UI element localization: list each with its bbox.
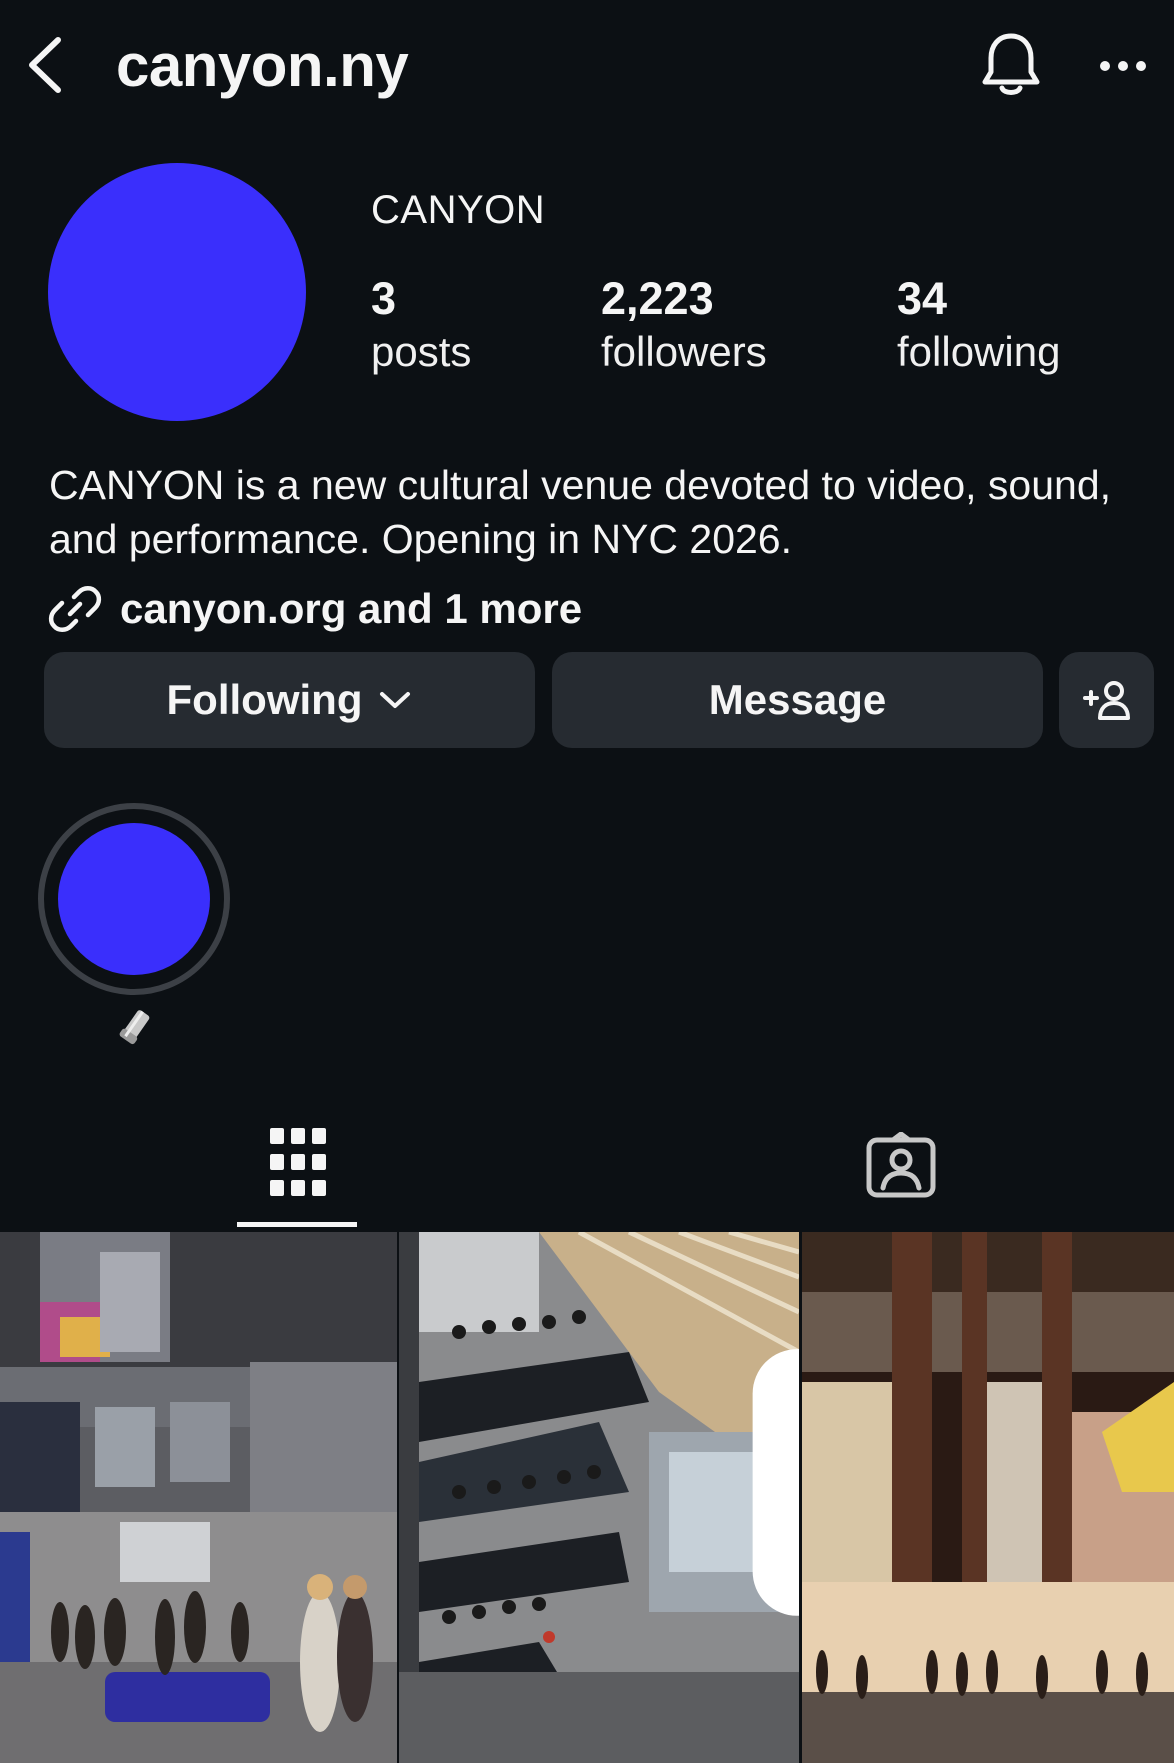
stat-following[interactable]: 34 following — [897, 272, 1060, 378]
stat-posts: 3 posts — [371, 272, 471, 378]
profile-link-text[interactable]: canyon.org and 1 more — [120, 582, 582, 636]
stat-following-value: 34 — [897, 273, 948, 324]
profile-link[interactable]: canyon.org and 1 more — [48, 580, 582, 638]
following-button[interactable]: Following — [44, 652, 535, 748]
tagged-icon[interactable] — [866, 1132, 936, 1198]
following-button-label: Following — [166, 676, 363, 723]
bell-icon[interactable] — [978, 30, 1044, 100]
stat-posts-label: posts — [371, 328, 472, 375]
grid-icon[interactable] — [270, 1128, 326, 1196]
post-grid — [0, 1232, 1174, 1763]
profile-display-name: CANYON — [371, 188, 546, 232]
active-tab-indicator — [237, 1222, 357, 1227]
stat-followers[interactable]: 2,223 followers — [601, 272, 767, 378]
suggest-people-button[interactable] — [1059, 652, 1154, 748]
chevron-left-icon[interactable] — [22, 34, 74, 96]
horn-emoji-icon — [119, 1010, 150, 1045]
stat-posts-value: 3 — [371, 273, 397, 324]
ellipsis-icon[interactable] — [1098, 56, 1148, 76]
post-interior-lobby[interactable] — [0, 1232, 397, 1763]
story-highlight-cover[interactable] — [58, 823, 210, 975]
chevron-down-icon — [380, 692, 411, 708]
stat-following-label: following — [897, 328, 1061, 375]
link-icon — [48, 586, 102, 632]
post-building-exterior[interactable] — [802, 1232, 1174, 1763]
profile-avatar[interactable] — [48, 163, 306, 421]
post-staircase-crowd[interactable] — [399, 1232, 799, 1763]
stat-followers-label: followers — [601, 328, 767, 375]
carousel-icon — [752, 1349, 799, 1616]
add-person-icon — [1082, 681, 1130, 720]
profile-username: canyon.ny — [116, 32, 409, 99]
profile-page: canyon.ny CANYON 3 posts 2,223 followers… — [0, 0, 1174, 1763]
message-button-label: Message — [708, 676, 887, 723]
profile-bio: CANYON is a new cultural venue devoted t… — [49, 462, 1112, 562]
stat-followers-value: 2,223 — [601, 273, 714, 324]
message-button[interactable]: Message — [552, 652, 1043, 748]
